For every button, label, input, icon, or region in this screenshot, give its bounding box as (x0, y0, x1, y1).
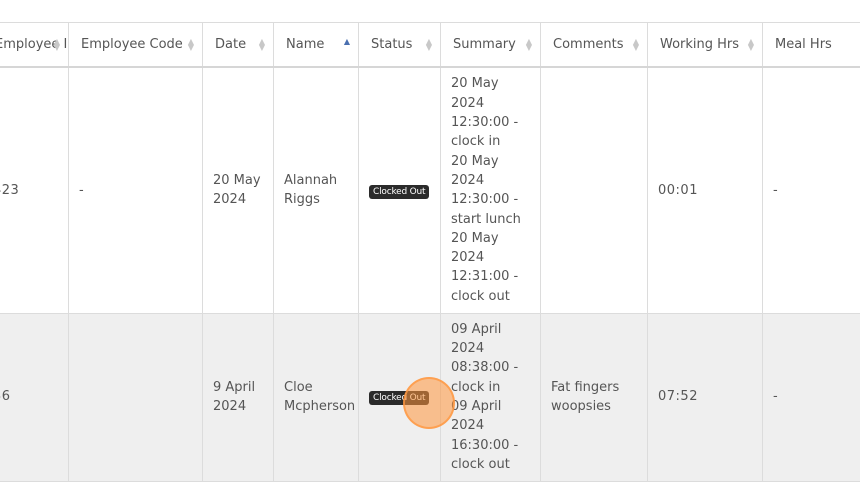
cell-meal-hrs: - (763, 313, 860, 481)
column-header-working-hrs[interactable]: Working Hrs▲▼ (648, 23, 763, 68)
timesheet-table: Employee Id▲▼ Employee Code▲▼ Date▲▼ Nam… (0, 22, 860, 482)
sort-icon: ▲▼ (259, 39, 265, 51)
cell-comments (541, 67, 648, 313)
cell-employee-id: 423 (0, 67, 69, 313)
column-header-name[interactable]: Name▲▼ (274, 23, 359, 68)
cell-employee-code (69, 313, 203, 481)
sort-icon: ▲▼ (54, 39, 60, 51)
sort-icon: ▲▼ (426, 39, 432, 51)
table-header-row: Employee Id▲▼ Employee Code▲▼ Date▲▼ Nam… (0, 23, 860, 68)
sort-icon: ▲▼ (188, 39, 194, 51)
cell-status: Clocked Out (359, 313, 441, 481)
column-header-meal-hrs[interactable]: Meal Hrs▲▼ (763, 23, 860, 68)
cell-comments: Fat fingers woopsies (541, 313, 648, 481)
column-header-summary[interactable]: Summary▲▼ (441, 23, 541, 68)
sort-icon: ▲▼ (748, 39, 754, 51)
column-header-employee-id[interactable]: Employee Id▲▼ (0, 23, 69, 68)
column-header-employee-code[interactable]: Employee Code▲▼ (69, 23, 203, 68)
status-badge[interactable]: Clocked Out (369, 391, 429, 405)
cell-working-hrs: 07:52 (648, 313, 763, 481)
table-row[interactable]: 423 - 20 May 2024 Alannah Riggs Clocked … (0, 67, 860, 313)
column-header-date[interactable]: Date▲▼ (203, 23, 274, 68)
cell-status: Clocked Out (359, 67, 441, 313)
sort-ascending-icon: ▲▼ (344, 39, 350, 51)
sort-icon: ▲▼ (633, 39, 639, 51)
cell-working-hrs: 00:01 (648, 67, 763, 313)
table-row[interactable]: 36 9 April 2024 Cloe Mcpherson Clocked O… (0, 313, 860, 481)
cell-summary: 20 May 2024 12:30:00 - clock in 20 May 2… (441, 67, 541, 313)
cell-meal-hrs: - (763, 67, 860, 313)
cell-name: Cloe Mcpherson (274, 313, 359, 481)
cell-name: Alannah Riggs (274, 67, 359, 313)
cell-date: 20 May 2024 (203, 67, 274, 313)
sort-icon: ▲▼ (526, 39, 532, 51)
cell-date: 9 April 2024 (203, 313, 274, 481)
cell-employee-id: 36 (0, 313, 69, 481)
cell-employee-code: - (69, 67, 203, 313)
cell-summary: 09 April 2024 08:38:00 - clock in 09 Apr… (441, 313, 541, 481)
column-header-comments[interactable]: Comments▲▼ (541, 23, 648, 68)
column-header-status[interactable]: Status▲▼ (359, 23, 441, 68)
status-badge[interactable]: Clocked Out (369, 185, 429, 199)
